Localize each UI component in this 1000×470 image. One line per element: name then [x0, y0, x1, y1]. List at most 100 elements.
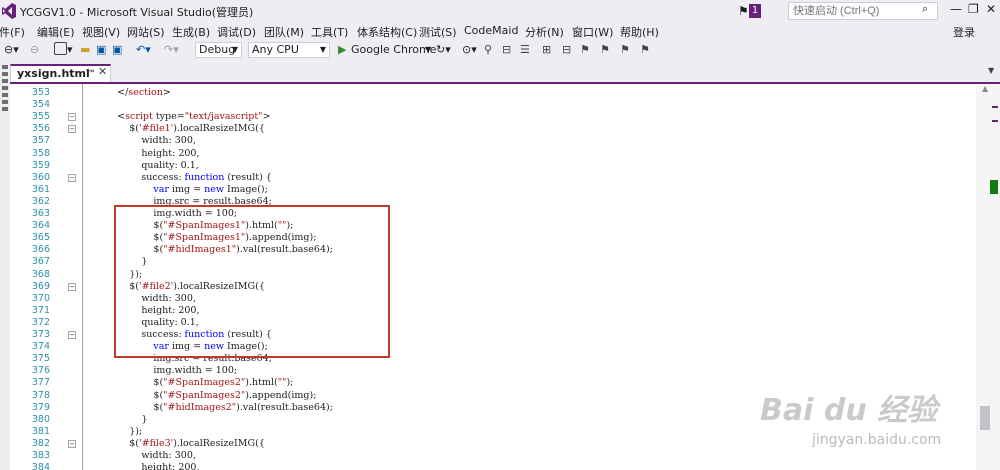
minimize-button[interactable]: —	[950, 2, 962, 16]
tab-yxsign-html[interactable]: yxsign.html ⊸ ✕	[10, 64, 111, 82]
restore-button[interactable]: ❐	[968, 2, 979, 16]
code-line[interactable]: 373 − success: function (result) {	[10, 329, 976, 341]
line-number: 361	[31, 183, 50, 195]
line-number: 371	[31, 304, 50, 316]
platform-dropdown[interactable]: Any CPU ▼	[248, 42, 330, 58]
code-line[interactable]: 368 });	[10, 269, 976, 281]
prev-bookmark-icon[interactable]: ⚑	[600, 42, 610, 58]
indent-icon[interactable]: ⊞	[542, 42, 551, 58]
code-line[interactable]: 356 − $('#file1').localResizeIMG({	[10, 123, 976, 135]
code-line[interactable]: 353 </section>	[10, 87, 976, 99]
code-line[interactable]: 384 height: 200,	[10, 462, 976, 470]
fold-toggle-icon[interactable]: −	[68, 331, 76, 339]
scroll-thumb[interactable]	[980, 406, 990, 430]
menu-debug[interactable]: 调试(D)	[217, 24, 256, 40]
find-in-files-icon[interactable]: ⚲	[484, 42, 492, 58]
save-icon[interactable]: ▣	[96, 42, 106, 58]
search-icon[interactable]: ⌕	[922, 2, 928, 16]
code-line[interactable]: 357 width: 300,	[10, 135, 976, 147]
uncomment-icon[interactable]: ☰	[520, 42, 530, 58]
fold-toggle-icon[interactable]: −	[68, 125, 76, 134]
toolbox-tab[interactable]	[2, 72, 8, 76]
menu-edit[interactable]: 编辑(E)	[37, 24, 75, 40]
code-line[interactable]: 383 width: 300,	[10, 450, 976, 462]
tab-overflow-icon[interactable]: ▼	[988, 66, 994, 75]
menu-analyze[interactable]: 分析(N)	[525, 24, 564, 40]
code-line[interactable]: 371 height: 200,	[10, 305, 976, 317]
scroll-up-icon[interactable]: ▲	[982, 84, 988, 93]
code-line[interactable]: 355 − <script type="text/javascript">	[10, 111, 976, 123]
sidebar-tab[interactable]	[2, 79, 8, 83]
close-tab-icon[interactable]: ✕	[98, 65, 107, 78]
code-text: var img = new Image();	[153, 183, 268, 195]
code-line[interactable]: 365 $("#SpanImages1").append(img);	[10, 232, 976, 244]
code-line[interactable]: 364 $("#SpanImages1").html("");	[10, 220, 976, 232]
menu-team[interactable]: 团队(M)	[264, 24, 304, 40]
comment-icon[interactable]: ⊟	[502, 42, 511, 58]
menu-window[interactable]: 窗口(W)	[572, 24, 613, 40]
sidebar-tab[interactable]	[2, 86, 8, 90]
code-line[interactable]: 370 width: 300,	[10, 293, 976, 305]
sidebar-tab[interactable]	[2, 100, 8, 104]
notification-flag-icon[interactable]: ⚑	[738, 4, 749, 18]
quick-launch-input[interactable]	[788, 2, 938, 20]
sidebar-tab[interactable]	[2, 107, 8, 111]
code-text: quality: 0.1,	[93, 316, 199, 328]
code-line[interactable]: 354	[10, 99, 976, 111]
code-line[interactable]: 362 img.src = result.base64;	[10, 196, 976, 208]
menu-help[interactable]: 帮助(H)	[620, 24, 659, 40]
code-line[interactable]: 361 var img = new Image();	[10, 184, 976, 196]
menu-test[interactable]: 测试(S)	[419, 24, 457, 40]
forward-icon[interactable]: ⊖	[30, 42, 39, 58]
code-line[interactable]: 374 var img = new Image();	[10, 341, 976, 353]
server-explorer-tab[interactable]	[2, 65, 8, 69]
code-line[interactable]: 360 − success: function (result) {	[10, 172, 976, 184]
config-dropdown[interactable]: Debug ▼	[195, 42, 242, 58]
code-line[interactable]: 363 img.width = 100;	[10, 208, 976, 220]
back-icon[interactable]: ⊖▾	[4, 42, 19, 58]
fold-toggle-icon[interactable]: −	[68, 113, 76, 122]
next-bookmark-icon[interactable]: ⚑	[620, 42, 630, 58]
pin-icon[interactable]: ⊸	[86, 66, 94, 77]
browser-selector[interactable]: Google Chrome	[351, 42, 436, 58]
undo-icon[interactable]: ↶▾	[136, 42, 151, 58]
start-debugging-icon[interactable]: ▶	[338, 42, 346, 58]
clear-bookmarks-icon[interactable]: ⚑	[640, 42, 650, 58]
menu-file[interactable]: 文件(F)	[0, 24, 25, 40]
fold-toggle-icon[interactable]: −	[68, 282, 76, 291]
menu-codemaid[interactable]: CodeMaid	[464, 24, 518, 37]
close-window-button[interactable]: ✕	[986, 2, 996, 16]
outdent-icon[interactable]: ⊟	[562, 42, 571, 58]
redo-icon[interactable]: ↷▾	[164, 42, 179, 58]
line-number: 377	[31, 377, 50, 389]
line-number: 381	[31, 425, 50, 437]
refresh-icon[interactable]: ↻▾	[436, 42, 451, 58]
menu-architecture[interactable]: 体系结构(C)	[357, 24, 417, 40]
save-all-icon[interactable]: ▣	[112, 42, 122, 58]
code-line[interactable]: 376 img.width = 100;	[10, 365, 976, 377]
fold-toggle-icon[interactable]: −	[68, 439, 76, 448]
fold-toggle-icon[interactable]: −	[68, 173, 76, 182]
code-line[interactable]: 369 − $('#file2').localResizeIMG({	[10, 281, 976, 293]
bookmark-icon[interactable]: ⚑	[580, 42, 590, 58]
new-project-icon[interactable]: ▾	[54, 42, 73, 58]
open-folder-icon[interactable]: ▬	[80, 42, 90, 58]
sidebar-tab[interactable]	[2, 93, 8, 97]
code-line[interactable]: 367 }	[10, 256, 976, 268]
code-line[interactable]: 375 img.src = result.base64;	[10, 353, 976, 365]
notification-count-badge[interactable]: 1	[749, 4, 761, 18]
login-link[interactable]: 登录	[953, 24, 975, 40]
menu-view[interactable]: 视图(V)	[82, 24, 120, 40]
code-line[interactable]: 359 quality: 0.1,	[10, 160, 976, 172]
chevron-down-icon[interactable]: ▼	[425, 42, 431, 58]
menu-build[interactable]: 生成(B)	[172, 24, 210, 40]
vertical-scrollbar[interactable]: ▲	[976, 84, 1000, 470]
menu-tools[interactable]: 工具(T)	[311, 24, 348, 40]
line-number: 382	[31, 437, 50, 449]
code-line[interactable]: 358 height: 200,	[10, 148, 976, 160]
code-line[interactable]: 372 quality: 0.1,	[10, 317, 976, 329]
browser-link-icon[interactable]: ⊙▾	[462, 42, 477, 58]
menu-website[interactable]: 网站(S)	[127, 24, 165, 40]
line-number: 358	[31, 147, 50, 159]
code-line[interactable]: 366 $("#hidImages1").val(result.base64);	[10, 244, 976, 256]
